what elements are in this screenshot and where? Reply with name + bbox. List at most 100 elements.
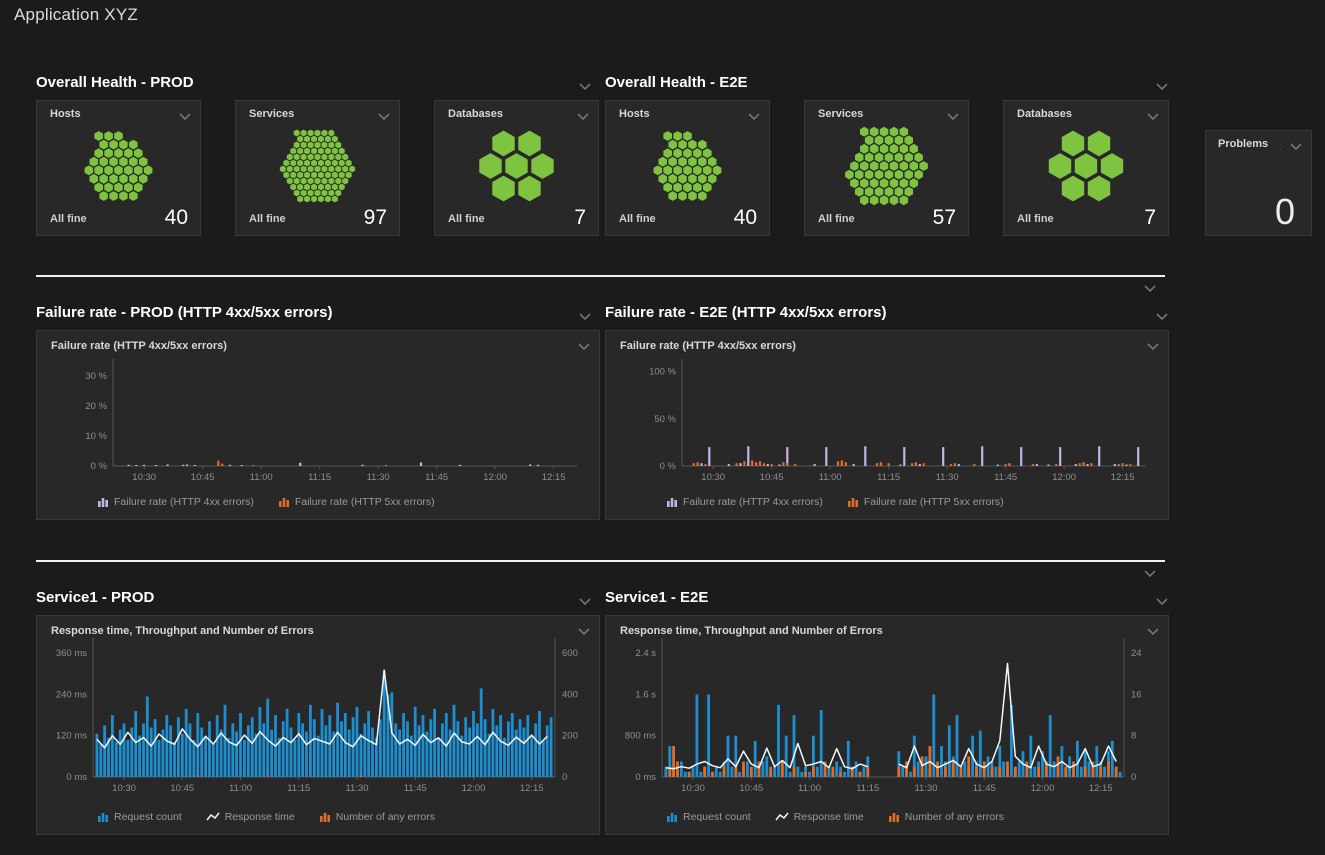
chart-tile-failure-prod[interactable]: 30 %20 %10 %0 %10:3010:4511:0011:1511:30… xyxy=(36,330,600,520)
bars-icon xyxy=(666,497,678,507)
problems-tile[interactable]: Problems 0 xyxy=(1205,130,1312,236)
line-icon xyxy=(206,812,220,822)
legend-item: Failure rate (HTTP 5xx errors) xyxy=(278,496,435,508)
svg-text:11:15: 11:15 xyxy=(877,472,900,483)
chart-plot[interactable]: 360 ms240 ms120 ms0 ms600400200010:3010:… xyxy=(37,616,599,834)
svg-text:11:45: 11:45 xyxy=(994,472,1017,483)
svg-text:800 ms: 800 ms xyxy=(625,731,656,742)
honeycomb[interactable] xyxy=(1004,123,1168,209)
section-header-service-prod: Service1 - PROD xyxy=(36,587,592,607)
section-title: Failure rate - PROD (HTTP 4xx/5xx errors… xyxy=(36,304,333,321)
chevron-down-icon[interactable] xyxy=(577,623,591,632)
tile-title: Problems xyxy=(1218,138,1268,150)
chevron-down-icon[interactable] xyxy=(1146,108,1160,117)
legend-label: Failure rate (HTTP 5xx errors) xyxy=(864,496,1004,508)
bars-icon xyxy=(847,497,859,507)
svg-text:360 ms: 360 ms xyxy=(56,648,87,659)
honeycomb[interactable] xyxy=(37,123,200,209)
chart-tile-failure-e2e[interactable]: 100 %50 %0 %10:3010:4511:0011:1511:3011:… xyxy=(605,330,1169,520)
svg-text:10 %: 10 % xyxy=(85,431,107,442)
chart-tile-service-e2e[interactable]: 2.4 s1.6 s800 ms0 ms24168010:3010:4511:0… xyxy=(605,615,1169,835)
svg-text:11:15: 11:15 xyxy=(287,783,310,794)
honeycomb[interactable] xyxy=(805,123,968,209)
bars-icon xyxy=(319,812,331,822)
chevron-down-icon[interactable] xyxy=(946,108,960,117)
chevron-down-icon[interactable] xyxy=(1289,138,1303,147)
section-divider xyxy=(36,275,1165,277)
health-tile-services-prod[interactable]: Services All fine97 xyxy=(235,100,400,236)
legend-label: Request count xyxy=(683,811,751,823)
svg-text:12:15: 12:15 xyxy=(520,783,544,794)
svg-text:24: 24 xyxy=(1131,648,1142,659)
status-label: All fine xyxy=(1017,213,1054,230)
chevron-down-icon[interactable] xyxy=(1155,308,1169,317)
legend-item: Failure rate (HTTP 4xx errors) xyxy=(666,496,823,508)
svg-text:12:15: 12:15 xyxy=(1089,783,1113,794)
svg-text:11:45: 11:45 xyxy=(404,783,427,794)
chevron-down-icon[interactable] xyxy=(576,108,590,117)
svg-text:11:30: 11:30 xyxy=(367,472,390,483)
health-tile-services-e2e[interactable]: Services All fine57 xyxy=(804,100,969,236)
svg-text:400: 400 xyxy=(562,689,578,700)
legend-item: Response time xyxy=(206,811,295,823)
chevron-down-icon[interactable] xyxy=(578,78,592,87)
svg-text:12:00: 12:00 xyxy=(1031,783,1055,794)
bars-icon xyxy=(888,812,900,822)
tile-title: Databases xyxy=(448,108,503,120)
section-header-failure-prod: Failure rate - PROD (HTTP 4xx/5xx errors… xyxy=(36,302,592,322)
legend-item: Response time xyxy=(775,811,864,823)
chevron-down-icon[interactable] xyxy=(1143,565,1157,574)
page-title: Application XYZ xyxy=(14,5,138,25)
chevron-down-icon[interactable] xyxy=(1146,338,1160,347)
svg-text:100 %: 100 % xyxy=(649,367,676,378)
chevron-down-icon[interactable] xyxy=(577,338,591,347)
chart-plot[interactable]: 2.4 s1.6 s800 ms0 ms24168010:3010:4511:0… xyxy=(606,616,1168,834)
chart-plot[interactable]: 100 %50 %0 %10:3010:4511:0011:1511:3011:… xyxy=(606,331,1168,519)
svg-text:12:00: 12:00 xyxy=(462,783,486,794)
svg-text:120 ms: 120 ms xyxy=(56,731,87,742)
svg-text:200: 200 xyxy=(562,731,578,742)
chevron-down-icon[interactable] xyxy=(578,593,592,602)
svg-text:11:30: 11:30 xyxy=(914,783,937,794)
status-label: All fine xyxy=(50,213,87,230)
health-tile-hosts-prod[interactable]: Hosts All fine 40 xyxy=(36,100,201,236)
chevron-down-icon[interactable] xyxy=(1146,623,1160,632)
svg-text:0 ms: 0 ms xyxy=(635,772,656,783)
section-title: Overall Health - E2E xyxy=(605,74,748,91)
count-value: 7 xyxy=(1144,206,1156,230)
section-title: Service1 - E2E xyxy=(605,589,708,606)
status-label: All fine xyxy=(818,213,855,230)
chevron-down-icon[interactable] xyxy=(747,108,761,117)
bars-icon xyxy=(97,497,109,507)
honeycomb[interactable] xyxy=(606,123,769,209)
chevron-down-icon[interactable] xyxy=(178,108,192,117)
bars-icon xyxy=(666,812,678,822)
legend-label: Failure rate (HTTP 5xx errors) xyxy=(295,496,435,508)
health-tile-databases-e2e[interactable]: Databases All fine7 xyxy=(1003,100,1169,236)
honeycomb[interactable] xyxy=(435,123,598,209)
tile-title: Hosts xyxy=(50,108,81,120)
honeycomb[interactable] xyxy=(236,123,399,209)
legend-item: Failure rate (HTTP 5xx errors) xyxy=(847,496,1004,508)
svg-text:0 %: 0 % xyxy=(660,461,677,472)
chevron-down-icon[interactable] xyxy=(1155,78,1169,87)
chevron-down-icon[interactable] xyxy=(578,308,592,317)
chevron-down-icon[interactable] xyxy=(1155,593,1169,602)
chart-legend: Failure rate (HTTP 4xx errors) Failure ra… xyxy=(666,496,1004,508)
svg-text:10:30: 10:30 xyxy=(681,783,705,794)
count-value: 40 xyxy=(165,206,188,230)
chart-tile-service-prod[interactable]: 360 ms240 ms120 ms0 ms600400200010:3010:… xyxy=(36,615,600,835)
count-value: 57 xyxy=(933,206,956,230)
chevron-down-icon[interactable] xyxy=(1143,280,1157,289)
legend-item: Request count xyxy=(666,811,751,823)
svg-text:11:30: 11:30 xyxy=(936,472,959,483)
chart-plot[interactable]: 30 %20 %10 %0 %10:3010:4511:0011:1511:30… xyxy=(37,331,599,519)
svg-text:0 %: 0 % xyxy=(91,461,108,472)
health-tile-databases-prod[interactable]: Databases All fine7 xyxy=(434,100,599,236)
count-value: 97 xyxy=(364,206,387,230)
svg-text:11:30: 11:30 xyxy=(345,783,368,794)
svg-text:0: 0 xyxy=(1131,772,1136,783)
svg-text:12:00: 12:00 xyxy=(1052,472,1076,483)
chevron-down-icon[interactable] xyxy=(377,108,391,117)
health-tile-hosts-e2e[interactable]: Hosts All fine40 xyxy=(605,100,770,236)
